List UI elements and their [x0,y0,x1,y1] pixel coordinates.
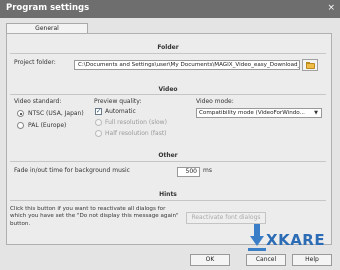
ok-button[interactable]: OK [190,254,230,266]
full-resolution-radio [95,119,102,126]
folder-heading: Folder [157,44,179,51]
video-standard-label: Video standard: [14,98,62,105]
folder-divider [10,53,326,54]
hints-heading: Hints [159,191,177,198]
video-mode-value: Compatibility mode (VideoForWindo... [199,110,305,116]
tab-general[interactable]: General [6,23,88,33]
video-mode-label: Video mode: [196,98,234,105]
xkare-watermark: XKARE [248,224,340,258]
video-mode-dropdown[interactable]: Compatibility mode (VideoForWindo... ▼ [196,108,322,118]
half-resolution-label: Half resolution (fast) [105,130,167,137]
project-folder-field[interactable]: C:\Documents and Settings\user\My Docume… [74,60,300,70]
download-arrow-icon [248,224,266,254]
automatic-label: Automatic [105,108,136,115]
other-divider [10,161,326,162]
video-heading: Video [158,86,178,93]
window-title: Program settings [6,3,90,13]
ntsc-radio[interactable] [17,110,24,117]
full-resolution-label: Full resolution (slow) [105,119,167,126]
reactivate-dialogs-button[interactable]: Reactivate font dialogs [186,212,266,224]
fade-time-unit: ms [203,167,212,174]
close-icon[interactable]: × [327,3,335,13]
hints-description: Click this button if you want to reactiv… [10,206,179,227]
folder-icon [306,63,315,69]
hints-divider [10,200,326,201]
pal-radio[interactable] [17,122,24,129]
half-resolution-radio [95,130,102,137]
browse-folder-button[interactable] [302,59,318,71]
fade-time-input[interactable]: 500 [177,167,200,177]
ntsc-label: NTSC (USA, Japan) [28,110,84,117]
fade-time-label: Fade in/out time for background music [14,167,130,174]
watermark-text: XKARE [266,231,326,249]
title-bar: Program settings × [0,0,340,18]
automatic-checkbox[interactable]: ✓ [95,108,102,115]
chevron-down-icon[interactable]: ▼ [312,109,320,117]
pal-label: PAL (Europe) [28,122,67,129]
project-folder-label: Project folder: [14,59,56,66]
video-divider [10,94,326,95]
other-heading: Other [158,152,178,159]
preview-quality-label: Preview quality: [94,98,142,105]
